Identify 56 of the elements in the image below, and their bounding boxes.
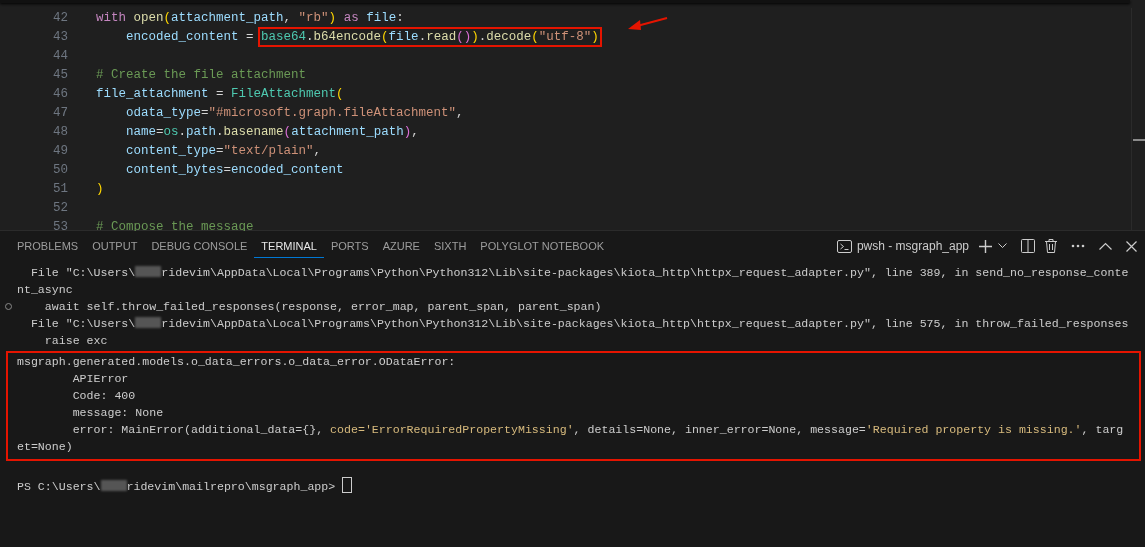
terminal-line: error: MainError(additional_data={}, code='ErrorRequiredPropertyMissing', details=None, inner_error=None, message='Required property is missing.', targ <box>71 422 1124 438</box>
line-number: 50 <box>52 162 68 177</box>
code-line: name=os.path.basename(attachment_path), <box>125 124 419 139</box>
terminal-line: File "C:\Users\ ridevim\AppData\Local\Programs\Python\Python312\Lib\site-packages\kiota_http\httpx_request_adapter.py", line 575, in throw_failed_responses <box>29 316 1129 332</box>
code-line: ) <box>95 181 104 196</box>
terminal-line: await self.throw_failed_responses(response, error_map, parent_span, parent_span) <box>0 298 602 315</box>
terminal-line: Code: 400 <box>71 388 136 404</box>
line-number: 51 <box>52 181 68 196</box>
line-number: 46 <box>52 86 68 101</box>
code-line: content_type="text/plain", <box>125 143 322 158</box>
split-icon[interactable] <box>1021 239 1035 253</box>
terminal-line: et=None) <box>16 439 73 455</box>
panel-tab[interactable]: AZURE <box>375 234 427 258</box>
panel-tab[interactable]: DEBUG CONSOLE <box>144 234 255 258</box>
close-icon[interactable] <box>1126 240 1137 252</box>
line-number: 45 <box>52 67 68 82</box>
line-number: 42 <box>52 10 68 25</box>
line-number: 43 <box>52 29 68 44</box>
line-number: 53 <box>52 219 68 234</box>
terminal-line: File "C:\Users\ ridevim\AppData\Local\Programs\Python\Python312\Lib\site-packages\kiota_http\httpx_request_adapter.py", line 389, in send_no_response_conte <box>29 265 1129 281</box>
chevron-down-icon[interactable] <box>998 243 1007 249</box>
code-line: encoded_content = base64.b64encode(file.read()).decode("utf-8") <box>66 29 599 44</box>
panel-tab[interactable]: OUTPUT <box>85 234 145 258</box>
panel-tab[interactable]: POLYGLOT NOTEBOOK <box>473 234 612 258</box>
redacted-block <box>100 480 127 491</box>
more-icon[interactable] <box>1071 244 1085 248</box>
line-number: 48 <box>52 124 68 139</box>
panel-tab[interactable]: PORTS <box>323 234 376 258</box>
terminal-line: message: None <box>71 405 164 421</box>
terminal-line: PS C:\Users\ ridevim\mailrepro\msgraph_app> <box>0 477 353 495</box>
trash-icon[interactable] <box>1045 239 1057 253</box>
terminal-line: raise exc <box>43 333 108 349</box>
panel-tab[interactable]: SIXTH <box>426 234 474 258</box>
redacted-block <box>135 266 162 277</box>
line-number: 52 <box>52 200 68 215</box>
line-number: 44 <box>52 48 68 63</box>
code-line: odata_type="#microsoft.graph.fileAttachment", <box>125 105 464 120</box>
code-line: # Create the file attachment <box>95 67 307 82</box>
terminal-line: msgraph.generated.models.o_data_errors.o_data_error.ODataError: <box>16 354 456 370</box>
text-cursor <box>342 477 353 493</box>
line-number: 47 <box>52 105 68 120</box>
code-line: # Compose the message <box>95 219 254 234</box>
terminal-icon <box>836 239 852 253</box>
redacted-block <box>135 317 162 328</box>
code-line: with open(attachment_path, "rb") as file: <box>95 10 404 25</box>
code-line: content_bytes=encoded_content <box>125 162 344 177</box>
plus-icon[interactable] <box>979 239 992 253</box>
panel-tab[interactable]: PROBLEMS <box>10 234 86 258</box>
terminal-session-label[interactable]: pwsh - msgraph_app <box>856 239 969 253</box>
panel-tab[interactable]: TERMINAL <box>254 234 324 258</box>
code-line: file_attachment = FileAttachment( <box>95 86 344 101</box>
terminal-line: APIError <box>71 371 129 387</box>
highlight-box: base64.b64encode(file.read()).decode("utf-8") <box>261 29 599 44</box>
terminal-line: nt_async <box>16 282 73 298</box>
line-number: 49 <box>52 143 68 158</box>
chevron-up-icon[interactable] <box>1099 242 1112 250</box>
